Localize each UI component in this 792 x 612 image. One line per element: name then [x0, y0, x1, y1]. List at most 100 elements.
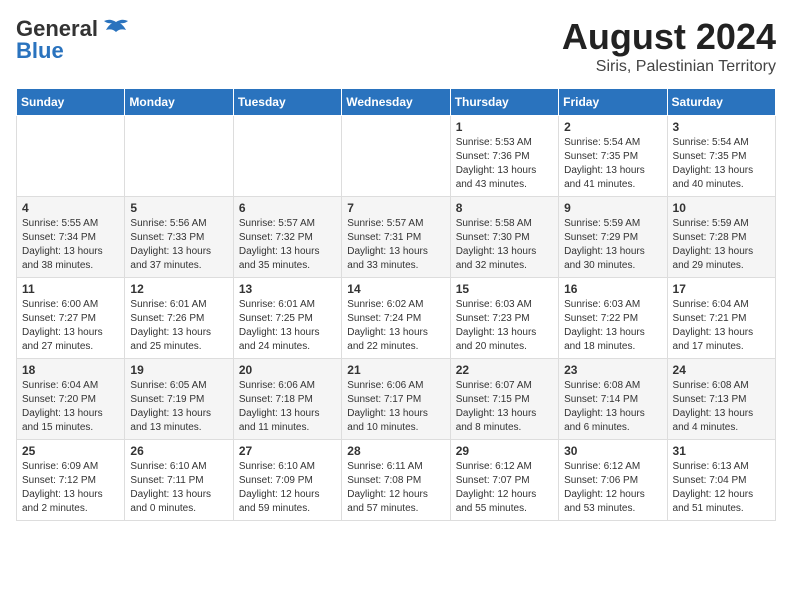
day-info: Sunrise: 5:57 AM Sunset: 7:31 PM Dayligh…: [347, 217, 444, 273]
day-info: Sunrise: 6:10 AM Sunset: 7:11 PM Dayligh…: [130, 460, 227, 516]
day-number: 27: [239, 444, 336, 458]
day-info: Sunrise: 6:09 AM Sunset: 7:12 PM Dayligh…: [22, 460, 119, 516]
table-row: 22Sunrise: 6:07 AM Sunset: 7:15 PM Dayli…: [450, 359, 558, 440]
col-sunday: Sunday: [17, 89, 125, 116]
day-info: Sunrise: 6:06 AM Sunset: 7:17 PM Dayligh…: [347, 379, 444, 435]
table-row: 23 Sunrise: 6:08 AM Sunset: 7:14 PM Dayli…: [559, 359, 667, 440]
table-row: 24 Sunrise: 6:08 AM Sunset: 7:13 PM Dayli…: [667, 359, 775, 440]
day-info: Sunrise: 6:04 AM Sunset: 7:20 PM Dayligh…: [22, 379, 119, 435]
day-info: Sunrise: 6:02 AM Sunset: 7:24 PM Dayligh…: [347, 298, 444, 354]
page-header: General Blue August 2024 Siris, Palestin…: [16, 16, 776, 76]
table-row: 6 Sunrise: 5:57 AM Sunset: 7:32 PM Daylig…: [233, 197, 341, 278]
table-row: [233, 116, 341, 197]
day-info: Sunrise: 5:57 AM Sunset: 7:32 PM Dayligh…: [239, 217, 336, 273]
col-friday: Friday: [559, 89, 667, 116]
table-row: 4 Sunrise: 5:55 AM Sunset: 7:34 PM Daylig…: [17, 197, 125, 278]
table-row: 20 Sunrise: 6:06 AM Sunset: 7:18 PM Dayli…: [233, 359, 341, 440]
day-number: 15: [456, 282, 553, 296]
day-info: Sunrise: 6:04 AM Sunset: 7:21 PM Dayligh…: [673, 298, 770, 354]
day-number: 5: [130, 201, 227, 215]
day-number: 23: [564, 363, 661, 377]
day-info: Sunrise: 5:54 AM Sunset: 7:35 PM Dayligh…: [673, 136, 770, 192]
title-block: August 2024 Siris, Palestinian Territory: [562, 16, 776, 76]
calendar-week-row: 25Sunrise: 6:09 AM Sunset: 7:12 PM Dayli…: [17, 440, 776, 521]
day-number: 3: [673, 120, 770, 134]
table-row: 10 Sunrise: 5:59 AM Sunset: 7:28 PM Dayli…: [667, 197, 775, 278]
table-row: 17Sunrise: 6:04 AM Sunset: 7:21 PM Dayli…: [667, 278, 775, 359]
day-info: Sunrise: 6:05 AM Sunset: 7:19 PM Dayligh…: [130, 379, 227, 435]
table-row: 2 Sunrise: 5:54 AM Sunset: 7:35 PM Daylig…: [559, 116, 667, 197]
day-info: Sunrise: 6:12 AM Sunset: 7:06 PM Dayligh…: [564, 460, 661, 516]
day-info: Sunrise: 6:06 AM Sunset: 7:18 PM Dayligh…: [239, 379, 336, 435]
table-row: 13 Sunrise: 6:01 AM Sunset: 7:25 PM Dayli…: [233, 278, 341, 359]
day-info: Sunrise: 6:03 AM Sunset: 7:23 PM Dayligh…: [456, 298, 553, 354]
day-info: Sunrise: 5:59 AM Sunset: 7:28 PM Dayligh…: [673, 217, 770, 273]
calendar-subtitle: Siris, Palestinian Territory: [562, 58, 776, 76]
col-saturday: Saturday: [667, 89, 775, 116]
day-number: 31: [673, 444, 770, 458]
day-number: 21: [347, 363, 444, 377]
table-row: [342, 116, 450, 197]
day-number: 20: [239, 363, 336, 377]
day-number: 2: [564, 120, 661, 134]
table-row: 14 Sunrise: 6:02 AM Sunset: 7:24 PM Dayli…: [342, 278, 450, 359]
day-info: Sunrise: 6:08 AM Sunset: 7:14 PM Dayligh…: [564, 379, 661, 435]
table-row: 15 Sunrise: 6:03 AM Sunset: 7:23 PM Dayli…: [450, 278, 558, 359]
day-number: 18: [22, 363, 119, 377]
table-row: 21 Sunrise: 6:06 AM Sunset: 7:17 PM Dayli…: [342, 359, 450, 440]
day-number: 6: [239, 201, 336, 215]
day-number: 28: [347, 444, 444, 458]
day-number: 13: [239, 282, 336, 296]
day-info: Sunrise: 6:12 AM Sunset: 7:07 PM Dayligh…: [456, 460, 553, 516]
table-row: 7 Sunrise: 5:57 AM Sunset: 7:31 PM Daylig…: [342, 197, 450, 278]
day-info: Sunrise: 5:53 AM Sunset: 7:36 PM Dayligh…: [456, 136, 553, 192]
table-row: 9Sunrise: 5:59 AM Sunset: 7:29 PM Daylig…: [559, 197, 667, 278]
col-wednesday: Wednesday: [342, 89, 450, 116]
day-number: 14: [347, 282, 444, 296]
calendar-table: Sunday Monday Tuesday Wednesday Thursday…: [16, 88, 776, 521]
table-row: 18 Sunrise: 6:04 AM Sunset: 7:20 PM Dayli…: [17, 359, 125, 440]
logo-bird-icon: [102, 18, 130, 40]
day-info: Sunrise: 5:58 AM Sunset: 7:30 PM Dayligh…: [456, 217, 553, 273]
day-number: 19: [130, 363, 227, 377]
day-number: 22: [456, 363, 553, 377]
calendar-header-row: Sunday Monday Tuesday Wednesday Thursday…: [17, 89, 776, 116]
col-thursday: Thursday: [450, 89, 558, 116]
day-number: 7: [347, 201, 444, 215]
table-row: 12 Sunrise: 6:01 AM Sunset: 7:26 PM Dayli…: [125, 278, 233, 359]
day-number: 30: [564, 444, 661, 458]
day-info: Sunrise: 6:00 AM Sunset: 7:27 PM Dayligh…: [22, 298, 119, 354]
day-number: 4: [22, 201, 119, 215]
day-info: Sunrise: 6:01 AM Sunset: 7:26 PM Dayligh…: [130, 298, 227, 354]
day-number: 9: [564, 201, 661, 215]
day-info: Sunrise: 6:01 AM Sunset: 7:25 PM Dayligh…: [239, 298, 336, 354]
table-row: 16 Sunrise: 6:03 AM Sunset: 7:22 PM Dayli…: [559, 278, 667, 359]
day-info: Sunrise: 6:03 AM Sunset: 7:22 PM Dayligh…: [564, 298, 661, 354]
calendar-week-row: 11 Sunrise: 6:00 AM Sunset: 7:27 PM Dayli…: [17, 278, 776, 359]
day-info: Sunrise: 6:13 AM Sunset: 7:04 PM Dayligh…: [673, 460, 770, 516]
calendar-week-row: 4 Sunrise: 5:55 AM Sunset: 7:34 PM Daylig…: [17, 197, 776, 278]
day-info: Sunrise: 5:55 AM Sunset: 7:34 PM Dayligh…: [22, 217, 119, 273]
day-number: 24: [673, 363, 770, 377]
table-row: 5Sunrise: 5:56 AM Sunset: 7:33 PM Daylig…: [125, 197, 233, 278]
table-row: 1Sunrise: 5:53 AM Sunset: 7:36 PM Daylig…: [450, 116, 558, 197]
day-info: Sunrise: 5:54 AM Sunset: 7:35 PM Dayligh…: [564, 136, 661, 192]
day-number: 10: [673, 201, 770, 215]
day-number: 12: [130, 282, 227, 296]
day-number: 11: [22, 282, 119, 296]
table-row: 11 Sunrise: 6:00 AM Sunset: 7:27 PM Dayli…: [17, 278, 125, 359]
table-row: 8 Sunrise: 5:58 AM Sunset: 7:30 PM Daylig…: [450, 197, 558, 278]
table-row: 26Sunrise: 6:10 AM Sunset: 7:11 PM Dayli…: [125, 440, 233, 521]
table-row: 28Sunrise: 6:11 AM Sunset: 7:08 PM Dayli…: [342, 440, 450, 521]
day-number: 8: [456, 201, 553, 215]
calendar-title: August 2024: [562, 16, 776, 58]
day-info: Sunrise: 6:08 AM Sunset: 7:13 PM Dayligh…: [673, 379, 770, 435]
table-row: 29Sunrise: 6:12 AM Sunset: 7:07 PM Dayli…: [450, 440, 558, 521]
table-row: [17, 116, 125, 197]
day-number: 16: [564, 282, 661, 296]
table-row: 30 Sunrise: 6:12 AM Sunset: 7:06 PM Dayli…: [559, 440, 667, 521]
table-row: 19 Sunrise: 6:05 AM Sunset: 7:19 PM Dayli…: [125, 359, 233, 440]
table-row: 25Sunrise: 6:09 AM Sunset: 7:12 PM Dayli…: [17, 440, 125, 521]
table-row: 31 Sunrise: 6:13 AM Sunset: 7:04 PM Dayli…: [667, 440, 775, 521]
table-row: 3 Sunrise: 5:54 AM Sunset: 7:35 PM Daylig…: [667, 116, 775, 197]
